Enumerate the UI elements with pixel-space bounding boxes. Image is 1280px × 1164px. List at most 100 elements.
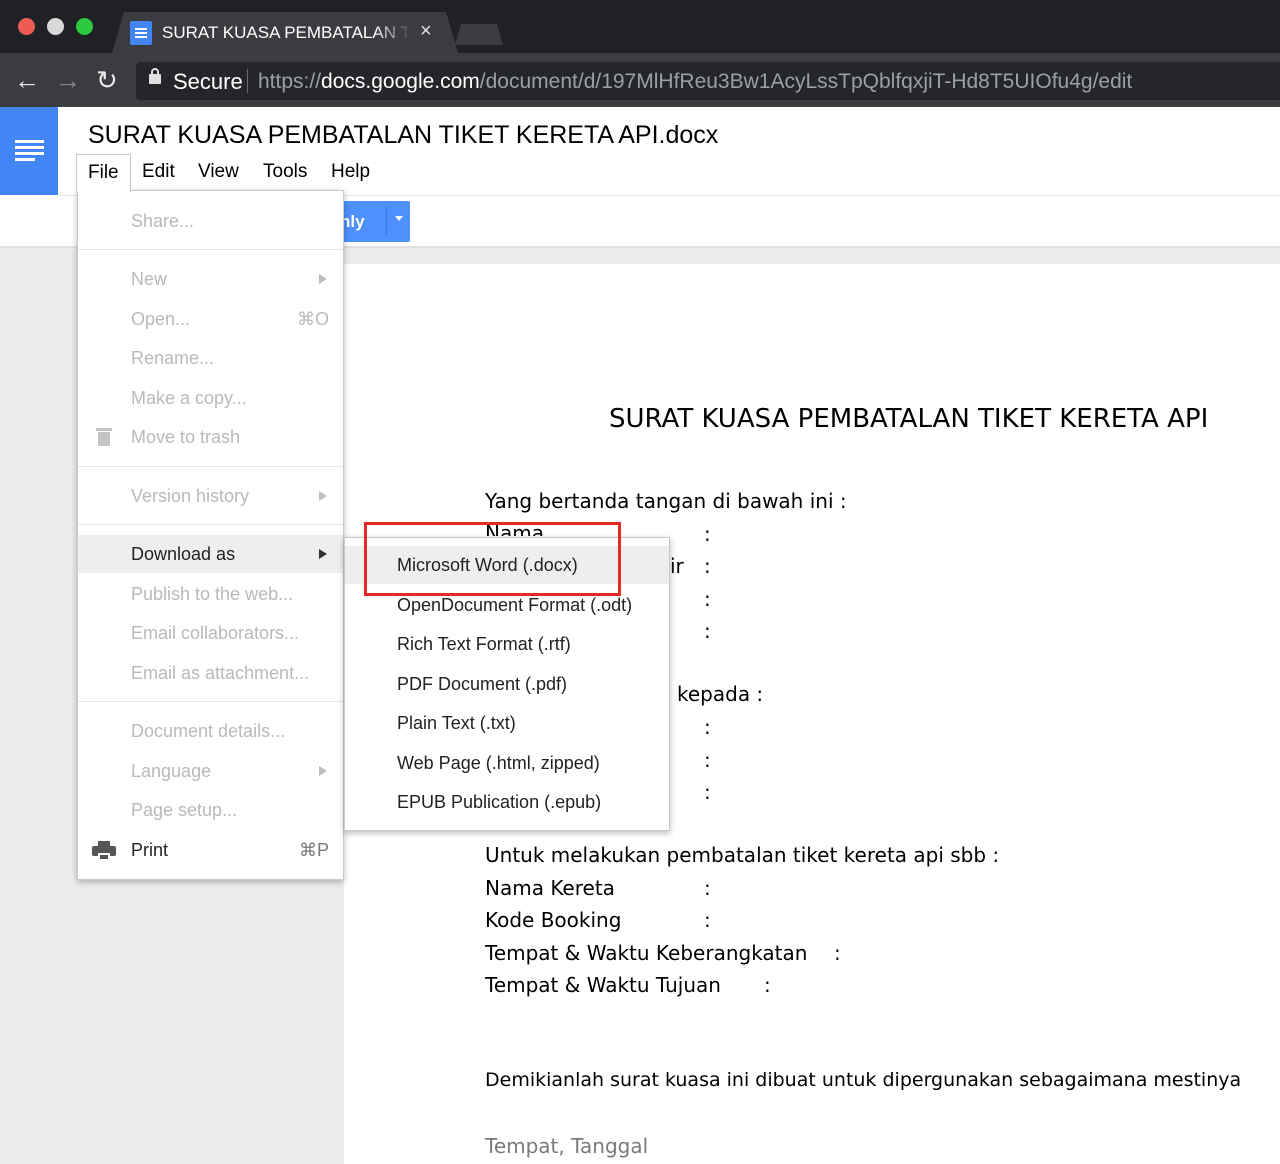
trash-icon [96,428,112,446]
menu-publish[interactable]: Publish to the web... [78,575,343,613]
browser-tab-bar: SURAT KUASA PEMBATALAN TIKET KERETA API.… [0,0,1280,53]
menu-document-details[interactable]: Document details... [78,712,343,750]
submenu-arrow-icon [319,549,327,559]
document-title[interactable]: SURAT KUASA PEMBATALAN TIKET KERETA API.… [88,121,718,150]
menu-download-as[interactable]: Download as [78,535,343,573]
menu-email-collaborators[interactable]: Email collaborators... [78,614,343,652]
download-epub-label: EPUB Publication (.epub) [397,792,602,812]
menu-move-to-trash-label: Move to trash [131,427,241,447]
download-odt-label: OpenDocument Format (.odt) [397,595,633,615]
menu-tools[interactable]: Tools [263,154,307,190]
colon-11: : [764,973,771,997]
menu-make-copy[interactable]: Make a copy... [78,379,343,417]
window-maximize-button[interactable] [76,18,93,35]
menu-print-shortcut: ⌘P [298,840,329,860]
docs-home-logo-icon[interactable] [0,107,58,195]
caret-down-icon[interactable] [395,216,403,221]
share-button-divider [386,207,387,236]
download-html[interactable]: Web Page (.html, zipped) [345,744,669,782]
field-kepada: kepada : [677,682,764,706]
field-partial: ir [670,554,684,578]
menu-version-history[interactable]: Version history [78,477,343,515]
colon-9: : [704,908,711,932]
browser-toolbar: ← → ↻ Secure https://docs.google.com/doc… [0,53,1280,107]
new-tab-button[interactable] [455,24,503,45]
window-minimize-button[interactable] [47,18,64,35]
menu-move-to-trash[interactable]: Move to trash [78,418,343,456]
menu-new[interactable]: New [78,260,343,298]
url-text[interactable]: https://docs.google.com/document/d/197Ml… [258,70,1132,94]
submenu-arrow-icon [319,491,327,501]
menu-separator [78,466,343,467]
field-kode-booking: Kode Booking [485,908,622,932]
download-pdf-label: PDF Document (.pdf) [397,674,568,694]
forward-arrow-icon[interactable]: → [55,65,81,95]
menu-separator [78,701,343,702]
menu-email-attachment-label: Email as attachment... [131,663,310,683]
menu-file[interactable]: File [76,154,131,192]
menu-rename[interactable]: Rename... [78,339,343,377]
menu-separator [78,524,343,525]
address-divider [247,69,248,93]
download-rtf[interactable]: Rich Text Format (.rtf) [345,625,669,663]
menu-language[interactable]: Language [78,752,343,790]
field-tempat-tanggal: Tempat, Tanggal [485,1134,649,1158]
submenu-arrow-icon [319,274,327,284]
document-intro: Yang bertanda tangan di bawah ini : [485,489,847,513]
secure-label: Secure [173,69,243,94]
menu-rename-label: Rename... [131,348,215,368]
tab-title: SURAT KUASA PEMBATALAN TIKET KERETA API.… [162,23,412,42]
download-pdf[interactable]: PDF Document (.pdf) [345,665,669,703]
menu-publish-label: Publish to the web... [131,584,294,604]
docs-favicon-icon [130,21,152,45]
back-arrow-icon[interactable]: ← [14,65,40,95]
colon-8: : [704,876,711,900]
colon-2: : [704,554,711,578]
browser-tab[interactable]: SURAT KUASA PEMBATALAN TIKET KERETA API.… [112,12,458,53]
reload-icon[interactable]: ↻ [96,65,118,95]
menu-print[interactable]: Print ⌘P [78,831,343,869]
menu-download-as-label: Download as [131,544,236,564]
menu-version-history-label: Version history [131,486,250,506]
menu-document-details-label: Document details... [131,721,286,741]
printer-icon [92,841,116,861]
address-bar[interactable]: Secure https://docs.google.com/document/… [136,62,1280,100]
menu-make-copy-label: Make a copy... [131,388,247,408]
menu-page-setup-label: Page setup... [131,800,238,820]
menu-separator [78,249,343,250]
menu-edit[interactable]: Edit [142,154,175,190]
colon-7: : [704,780,711,804]
window-close-button[interactable] [18,18,35,35]
document-purpose: Untuk melakukan pembatalan tiket kereta … [485,843,1000,867]
menu-open-label: Open... [131,309,191,329]
menu-share-label: Share... [131,211,195,231]
menu-view[interactable]: View [198,154,239,190]
menu-new-label: New [131,269,168,289]
colon-6: : [704,748,711,772]
menu-open-shortcut: ⌘O [296,309,329,329]
file-menu: Share... New Open... ⌘O Rename... Make a … [77,190,344,880]
submenu-arrow-icon [319,766,327,776]
tab-close-icon[interactable]: × [420,20,432,43]
download-epub[interactable]: EPUB Publication (.epub) [345,783,669,821]
document-heading: SURAT KUASA PEMBATALAN TIKET KERETA API [609,404,1209,434]
menu-help[interactable]: Help [331,154,370,190]
colon-10: : [834,941,841,965]
highlight-annotation-box [364,522,621,596]
url-host: docs.google.com [321,70,480,93]
menu-language-label: Language [131,761,212,781]
menu-open[interactable]: Open... ⌘O [78,300,343,338]
lock-icon [149,68,161,84]
menu-share[interactable]: Share... [78,202,343,240]
colon-3: : [704,587,711,611]
colon-4: : [704,619,711,643]
menu-print-label: Print [131,840,169,860]
url-scheme: https:// [258,70,322,93]
menu-email-attachment[interactable]: Email as attachment... [78,654,343,692]
menu-page-setup[interactable]: Page setup... [78,791,343,829]
url-path: /document/d/197MlHfReu3Bw1AcyLssTpQblfqx… [479,70,1133,93]
field-nama-kereta: Nama Kereta [485,876,615,900]
menu-email-collaborators-label: Email collaborators... [131,623,300,643]
download-txt[interactable]: Plain Text (.txt) [345,704,669,742]
download-txt-label: Plain Text (.txt) [397,713,516,733]
